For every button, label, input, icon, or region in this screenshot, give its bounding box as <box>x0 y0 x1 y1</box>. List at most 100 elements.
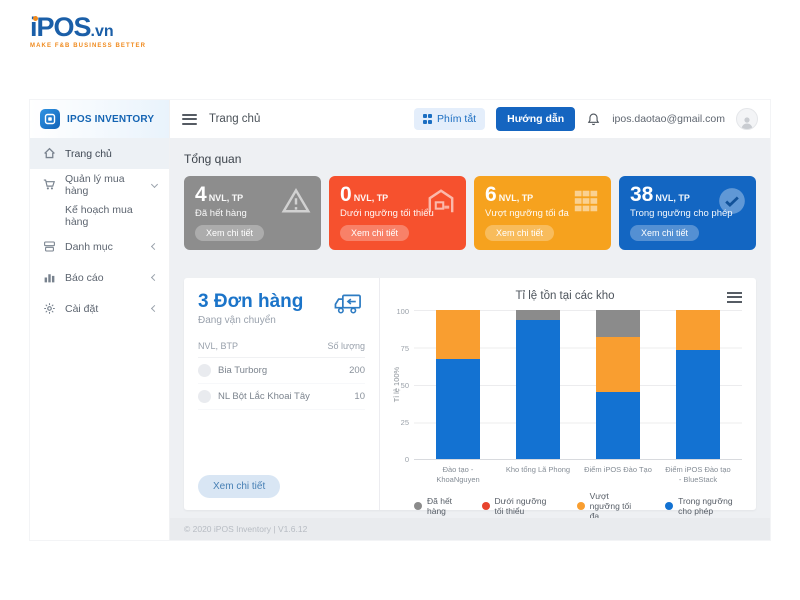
item-qty: 200 <box>349 365 365 376</box>
legend-item[interactable]: Dưới ngưỡng tối thiểu <box>482 491 553 519</box>
logo-wordmark: iPOS.vn <box>30 14 146 41</box>
sidebar-item-trang-chu[interactable]: Trang chủ <box>30 138 169 169</box>
main-area: Trang chủ Phím tắt Hướng dẫn ipos.daotao… <box>170 100 770 540</box>
legend-item[interactable]: Đã hết hàng <box>414 491 458 519</box>
legend-dot <box>482 502 490 510</box>
bar-segment[interactable] <box>436 359 480 459</box>
bar-segment[interactable] <box>436 310 480 359</box>
order-row[interactable]: NL Bột Lắc Khoai Tây 10 <box>198 384 365 410</box>
y-tick: 25 <box>401 418 409 427</box>
x-axis-label: Điểm iPOS Đào tạo - BlueStack <box>658 465 738 485</box>
orders-title: 3 Đơn hàng <box>198 292 303 312</box>
legend-label: Dưới ngưỡng tối thiểu <box>495 496 553 516</box>
legend-dot <box>665 502 673 510</box>
chart-legend: Đã hết hàng Dưới ngưỡng tối thiểu Vượt ngư… <box>414 485 742 519</box>
y-tick: 100 <box>396 307 409 316</box>
card-da-het-hang[interactable]: 4NVL, TP Đã hết hàng Xem chi tiết <box>184 176 321 250</box>
chevron-left-icon <box>151 274 158 281</box>
check-circle-icon <box>718 187 746 218</box>
order-row[interactable]: Bia Turborg 200 <box>198 358 365 384</box>
sidebar-item-label: Danh mục <box>65 241 113 253</box>
hamburger-menu-icon[interactable] <box>182 111 197 127</box>
card-detail-button[interactable]: Xem chi tiết <box>195 225 264 241</box>
chart-bar[interactable] <box>596 310 640 459</box>
guide-button[interactable]: Hướng dẫn <box>496 107 575 131</box>
column-qty: Số lượng <box>328 341 365 351</box>
bar-segment[interactable] <box>596 337 640 392</box>
orders-subtitle: Đang vận chuyển <box>198 315 303 326</box>
cart-icon <box>42 178 56 192</box>
sidebar-item-label: Cài đặt <box>65 303 98 315</box>
item-thumb <box>198 364 211 377</box>
sidebar-item-bao-cao[interactable]: Báo cáo <box>30 262 169 293</box>
sidebar-item-cai-dat[interactable]: Cài đặt <box>30 293 169 324</box>
chart-bar[interactable] <box>516 310 560 459</box>
item-qty: 10 <box>354 391 365 402</box>
sidebar-item-ke-hoach-mua-hang[interactable]: Kế hoạch mua hàng <box>30 200 169 231</box>
topbar: Trang chủ Phím tắt Hướng dẫn ipos.daotao… <box>170 100 770 138</box>
bar-segment[interactable] <box>596 392 640 459</box>
card-unit: NVL, TP <box>499 193 534 203</box>
breadcrumb: Trang chủ <box>209 113 260 125</box>
chevron-left-icon <box>151 243 158 250</box>
truck-icon <box>333 292 365 319</box>
card-duoi-nguong-toi-thieu[interactable]: 0NVL, TP Dưới ngưỡng tối thiểu Xem chi t… <box>329 176 466 250</box>
legend-label: Trong ngưỡng cho phép <box>678 496 742 516</box>
bell-icon[interactable] <box>586 112 601 127</box>
bar-segment[interactable] <box>516 310 560 320</box>
chart-section: Tỉ lệ tồn tại các kho Tỉ lệ 100% 100 75 … <box>380 278 756 510</box>
legend-item[interactable]: Trong ngưỡng cho phép <box>665 491 742 519</box>
card-unit: NVL, TP <box>354 193 389 203</box>
y-tick: 50 <box>401 381 409 390</box>
legend-item[interactable]: Vượt ngưỡng tối đa <box>577 491 642 519</box>
orders-panel: 3 Đơn hàng Đang vận chuyển NVL, BTP Số l… <box>184 278 380 510</box>
card-value: 0 <box>340 183 352 206</box>
card-detail-button[interactable]: Xem chi tiết <box>630 225 699 241</box>
footer: © 2020 iPOS Inventory | V1.6.12 <box>170 518 770 540</box>
warning-icon <box>281 187 311 218</box>
card-detail-button[interactable]: Xem chi tiết <box>485 225 554 241</box>
keyboard-shortcut-icon <box>423 114 433 124</box>
overview-title: Tổng quan <box>184 152 756 166</box>
chart-xlabels: Đào tạo - KhoaNguyenKho tổng Lã PhongĐiể… <box>414 460 742 485</box>
user-email: ipos.daotao@gmail.com <box>612 113 725 125</box>
x-axis-label: Điểm iPOS Đào Tạo <box>578 465 658 485</box>
sidebar-item-danh-muc[interactable]: Danh mục <box>30 231 169 262</box>
chart-plot <box>414 310 742 460</box>
legend-dot <box>577 502 585 510</box>
footer-text: © 2020 iPOS Inventory | V1.6.12 <box>184 524 307 534</box>
chevron-left-icon <box>151 305 158 312</box>
y-tick: 0 <box>405 455 409 464</box>
logo-orange-dot <box>33 16 38 21</box>
shortcut-button[interactable]: Phím tắt <box>414 108 486 130</box>
chart-title: Tỉ lệ tồn tại các kho <box>515 290 614 302</box>
sidebar-item-label: Kế hoạch mua hàng <box>65 204 157 228</box>
item-name: NL Bột Lắc Khoai Tây <box>218 391 310 402</box>
card-detail-button[interactable]: Xem chi tiết <box>340 225 409 241</box>
legend-dot <box>414 502 422 510</box>
app-window: IPOS INVENTORY Trang chủ Quản lý mua hàn… <box>30 100 770 540</box>
column-item: NVL, BTP <box>198 341 238 351</box>
app-title: IPOS INVENTORY <box>67 114 154 125</box>
app-logo-icon <box>40 109 60 129</box>
chart-bar[interactable] <box>436 310 480 459</box>
card-unit: NVL, TP <box>209 193 244 203</box>
card-vuot-nguong-toi-da[interactable]: 6NVL, TP Vượt ngưỡng tối đa Xem chi tiết <box>474 176 611 250</box>
bar-segment[interactable] <box>676 350 720 459</box>
sidebar: IPOS INVENTORY Trang chủ Quản lý mua hàn… <box>30 100 170 540</box>
chart-bar[interactable] <box>676 310 720 459</box>
bar-segment[interactable] <box>596 310 640 337</box>
ipos-logo: iPOS.vn MAKE F&B BUSINESS BETTER <box>30 14 146 49</box>
bar-segment[interactable] <box>516 320 560 459</box>
chart-menu-icon[interactable] <box>727 289 742 305</box>
x-axis-label: Kho tổng Lã Phong <box>498 465 578 485</box>
card-trong-nguong-cho-phep[interactable]: 38NVL, TP Trong ngưỡng cho phép Xem chi … <box>619 176 756 250</box>
bottom-panel: 3 Đơn hàng Đang vận chuyển NVL, BTP Số l… <box>184 278 756 510</box>
orders-detail-button[interactable]: Xem chi tiết <box>198 475 280 498</box>
bar-segment[interactable] <box>676 310 720 350</box>
x-axis-label: Đào tạo - KhoaNguyen <box>418 465 498 485</box>
content: Tổng quan 4NVL, TP Đã hết hàng Xem chi t… <box>170 138 770 518</box>
sidebar-item-label: Báo cáo <box>65 272 104 284</box>
avatar[interactable] <box>736 108 758 130</box>
sidebar-item-quan-ly-mua-hang[interactable]: Quản lý mua hàng <box>30 169 169 200</box>
